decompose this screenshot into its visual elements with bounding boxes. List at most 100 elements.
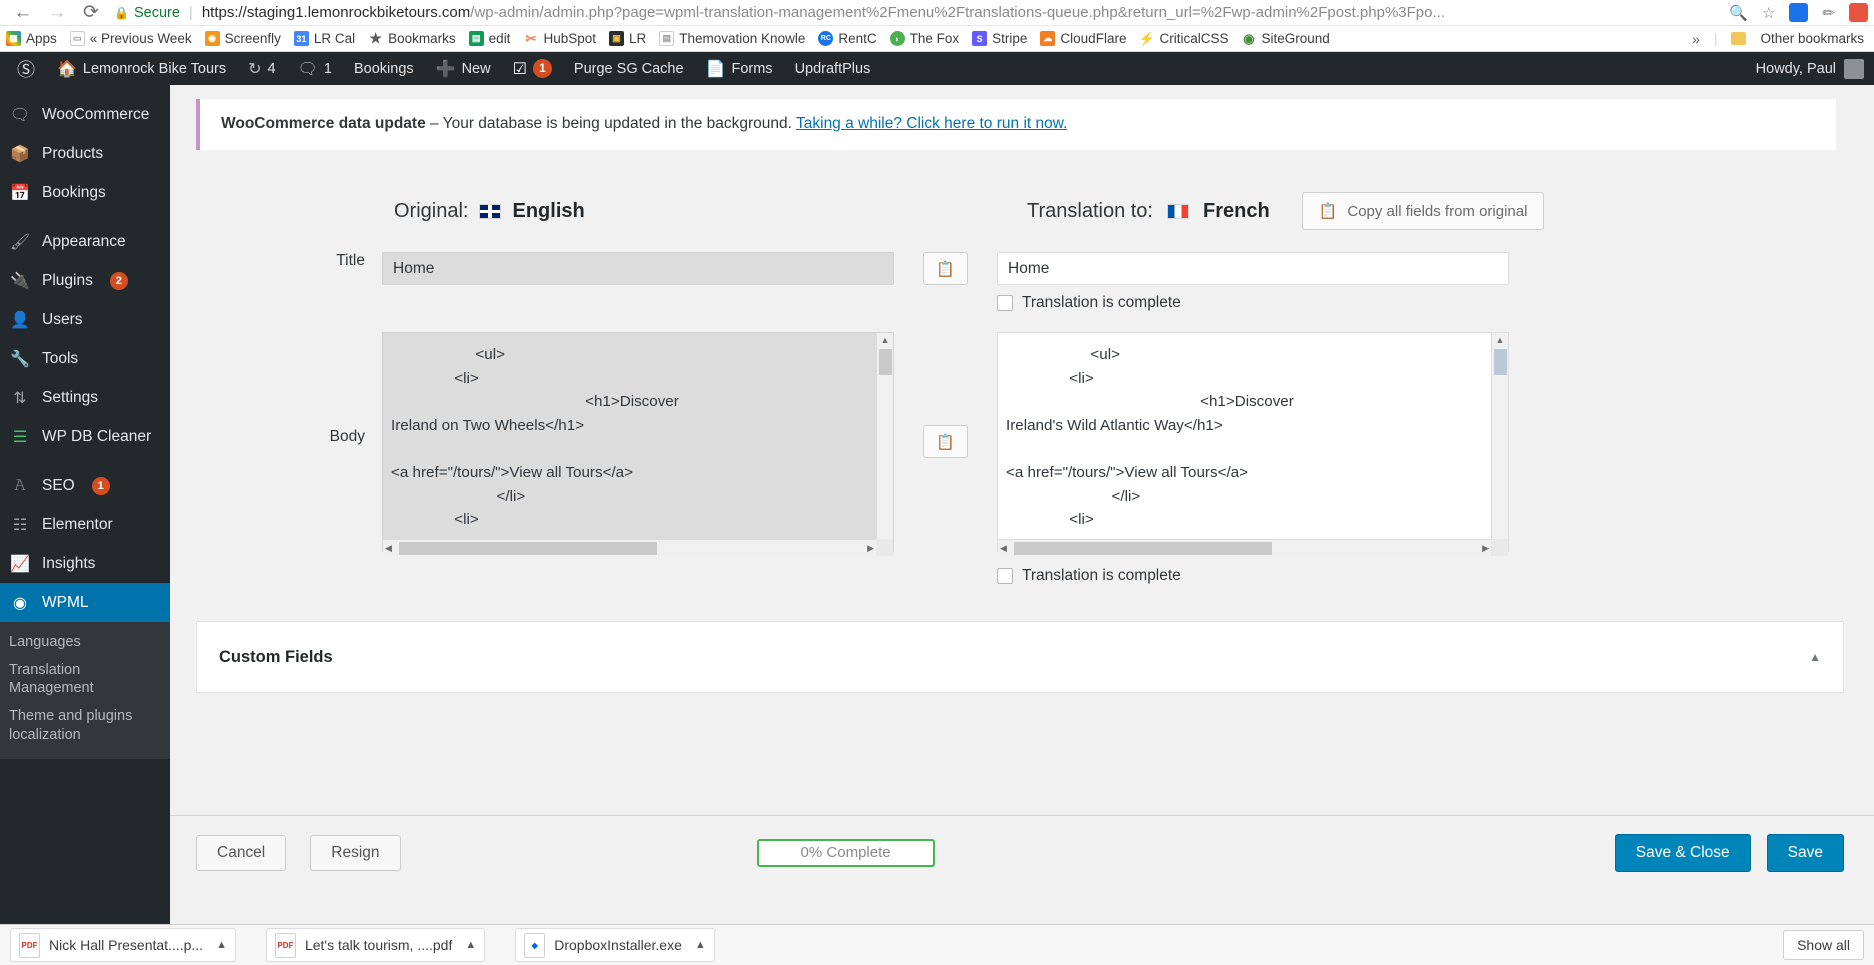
custom-fields-panel[interactable]: Custom Fields ▲ — [196, 621, 1844, 694]
resign-button[interactable]: Resign — [310, 834, 401, 871]
sidebar-item-insights[interactable]: 📈 Insights — [0, 544, 170, 583]
extension-icon-orange[interactable] — [1849, 3, 1868, 22]
sidebar-item-appearance[interactable]: 🖌 Appearance — [0, 222, 170, 261]
bookmark-item[interactable]: 31 LR Cal — [293, 31, 355, 46]
bookmark-item[interactable]: ⚡ CriticalCSS — [1139, 31, 1229, 47]
chevron-up-icon[interactable]: ▲ — [216, 939, 227, 951]
copy-title-button[interactable]: 📋 — [923, 252, 968, 286]
body-original-hscrollbar[interactable]: ◀ ▶ — [383, 539, 876, 557]
copy-all-fields-button[interactable]: 📋 Copy all fields from original — [1301, 192, 1545, 231]
scroll-thumb[interactable] — [879, 349, 892, 376]
title-complete-checkbox[interactable] — [997, 295, 1013, 312]
chevron-up-icon[interactable]: ▲ — [465, 939, 476, 951]
forms-icon: 📄 — [705, 60, 726, 78]
sidebar-item-settings[interactable]: ⇅ Settings — [0, 378, 170, 417]
bookmark-item[interactable]: ✂ HubSpot — [523, 31, 597, 47]
sidebar-item-bookings[interactable]: 📅 Bookings — [0, 173, 170, 212]
download-item[interactable]: PDF Let's talk tourism, ....pdf ▲ — [265, 928, 486, 962]
bookmark-item[interactable]: S Stripe — [972, 31, 1027, 46]
resize-grip[interactable] — [876, 539, 893, 557]
search-icon[interactable]: 🔍 — [1729, 4, 1748, 22]
bookmark-item[interactable]: ◗ The Fox — [889, 31, 959, 46]
wp-logo-menu[interactable]: Ⓢ — [6, 52, 46, 85]
scroll-up-icon[interactable]: ▲ — [881, 333, 890, 348]
seo-badge: 1 — [91, 476, 110, 495]
yoast-menu[interactable]: ☑ 1 — [502, 52, 563, 85]
bookmark-item[interactable]: RC RentC — [818, 31, 877, 46]
body-complete-checkbox[interactable] — [997, 568, 1013, 585]
sidebar-item-products[interactable]: 📦 Products — [0, 134, 170, 173]
account-menu[interactable]: Howdy, Paul — [1756, 58, 1874, 79]
sidebar-item-woocommerce[interactable]: 🗨 WooCommerce — [0, 95, 170, 134]
bookmark-label: RentC — [838, 31, 877, 46]
copy-body-button[interactable]: 📋 — [923, 425, 968, 459]
scroll-right-icon[interactable]: ▶ — [867, 543, 874, 554]
sidebar-subitem-translation-management[interactable]: Translation Management — [0, 656, 170, 702]
scroll-thumb[interactable] — [399, 542, 657, 556]
bookmark-star-icon[interactable]: ☆ — [1762, 4, 1775, 22]
bookmark-item[interactable]: ▣ LR — [609, 31, 646, 46]
bookmark-label: edit — [488, 31, 511, 46]
sidebar-item-elementor[interactable]: ☷ Elementor — [0, 505, 170, 544]
bookmark-item[interactable]: ★ Bookmarks — [368, 30, 455, 46]
site-name-menu[interactable]: 🏠 Lemonrock Bike Tours — [46, 52, 237, 85]
reload-icon[interactable]: ⟳ — [74, 3, 108, 22]
sidebar-item-label: Elementor — [42, 515, 113, 533]
scroll-left-icon[interactable]: ◀ — [1000, 543, 1007, 554]
sidebar-subitem-theme-localization[interactable]: Theme and plugins localization — [0, 702, 170, 748]
body-original-vscrollbar[interactable]: ▲ ▼ — [876, 333, 893, 552]
bookmark-apps[interactable]: ▦ Apps — [6, 31, 57, 46]
updates-menu[interactable]: ↻ 4 — [237, 52, 286, 85]
wordpress-logo-icon: Ⓢ — [17, 59, 35, 80]
bookmark-item[interactable]: ▤ edit — [468, 31, 511, 46]
updraft-menu[interactable]: UpdraftPlus — [784, 52, 882, 85]
forms-menu[interactable]: 📄 Forms — [695, 52, 784, 85]
sidebar-item-users[interactable]: 👤 Users — [0, 300, 170, 339]
download-item[interactable]: PDF Nick Hall Presentat....p... ▲ — [10, 928, 236, 962]
bookmark-item[interactable]: ▭ « Previous Week — [69, 31, 192, 46]
eyedropper-icon[interactable]: ✏ — [1822, 4, 1835, 22]
sidebar-subitem-languages[interactable]: Languages — [0, 628, 170, 656]
sidebar-item-tools[interactable]: 🔧 Tools — [0, 339, 170, 378]
body-translation-hscrollbar[interactable]: ◀ ▶ — [998, 539, 1491, 557]
scroll-left-icon[interactable]: ◀ — [385, 543, 392, 554]
chevron-up-icon[interactable]: ▲ — [695, 939, 706, 951]
wrench-icon: 🔧 — [10, 350, 30, 368]
chevron-up-icon[interactable]: ▲ — [1809, 650, 1821, 664]
sidebar-item-wpml[interactable]: ◉ WPML — [0, 583, 170, 622]
sidebar-item-label: Insights — [42, 554, 96, 572]
bookings-menu[interactable]: Bookings — [343, 52, 425, 85]
scroll-thumb[interactable] — [1014, 542, 1272, 556]
bookmarks-overflow-icon[interactable]: » — [1692, 31, 1700, 47]
show-all-downloads-button[interactable]: Show all — [1783, 930, 1864, 960]
bookmark-item[interactable]: ◉ SiteGround — [1241, 31, 1329, 47]
body-translation-vscrollbar[interactable]: ▲ ▼ — [1491, 333, 1508, 552]
address-bar[interactable]: 🔒 Secure | https://staging1.lemonrockbik… — [114, 1, 1715, 25]
scroll-up-icon[interactable]: ▲ — [1496, 333, 1505, 348]
sidebar-item-seo[interactable]: 𝙰 SEO 1 — [0, 466, 170, 505]
forward-icon[interactable]: → — [40, 3, 74, 22]
other-bookmarks-label[interactable]: Other bookmarks — [1760, 31, 1864, 46]
save-and-close-button[interactable]: Save & Close — [1614, 833, 1751, 872]
insights-icon: 📈 — [10, 555, 30, 573]
notice-link[interactable]: Taking a while? Click here to run it now… — [796, 115, 1067, 132]
body-translation-textarea[interactable]: <ul> <li> <h1>Discover Ireland's Wild At… — [997, 332, 1509, 553]
cancel-button[interactable]: Cancel — [196, 834, 287, 871]
back-icon[interactable]: ← — [6, 3, 40, 22]
save-button[interactable]: Save — [1766, 833, 1844, 872]
comments-menu[interactable]: 🗨 1 — [287, 52, 343, 85]
new-menu[interactable]: ➕ New — [425, 52, 502, 85]
bookmark-item[interactable]: ◉ Screenfly — [204, 31, 281, 46]
title-translation-input[interactable] — [997, 252, 1509, 286]
extension-icon-blue[interactable] — [1789, 3, 1809, 22]
bookmark-item[interactable]: ☁ CloudFlare — [1040, 31, 1126, 46]
resize-grip[interactable] — [1491, 539, 1508, 557]
scroll-thumb[interactable] — [1494, 349, 1507, 376]
sidebar-item-plugins[interactable]: 🔌 Plugins 2 — [0, 261, 170, 300]
main-content: WooCommerce data update – Your database … — [170, 85, 1874, 959]
purge-cache-menu[interactable]: Purge SG Cache — [563, 52, 695, 85]
bookmark-item[interactable]: ▤ Themovation Knowle — [659, 31, 805, 46]
download-item[interactable]: ◆ DropboxInstaller.exe ▲ — [515, 928, 715, 962]
scroll-right-icon[interactable]: ▶ — [1482, 543, 1489, 554]
sidebar-item-wp-db-cleaner[interactable]: ☰ WP DB Cleaner — [0, 417, 170, 456]
